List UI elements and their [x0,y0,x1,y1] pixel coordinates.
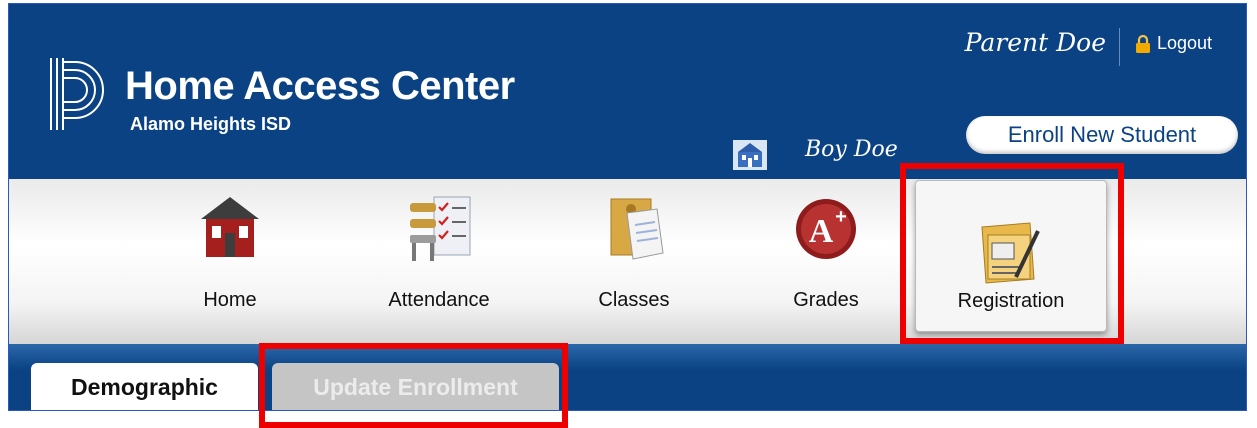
nav-label-home: Home [203,289,257,311]
header-divider [1119,28,1120,66]
attendance-icon [410,196,471,261]
nav-item-classes[interactable]: Classes [564,193,704,323]
tab-demographic[interactable]: Demographic [31,363,258,410]
school-building-icon[interactable] [733,140,767,170]
nav-item-registration[interactable]: Registration [915,180,1107,332]
nav-label-registration: Registration [957,290,1065,312]
tab-update-enrollment[interactable]: Update Enrollment [272,363,559,410]
powerschool-logo-icon [50,58,104,130]
registration-icon [981,222,1040,284]
user-name: Parent Doe [964,28,1106,57]
header-bar: Home Access Center Alamo Heights ISD Par… [9,4,1246,179]
nav-label-grades: Grades [793,289,859,311]
district-name: Alamo Heights ISD [130,114,292,134]
nav-item-grades[interactable]: A + Grades [756,193,896,323]
svg-text:+: + [835,206,847,228]
logout-link[interactable]: Logout [1134,33,1212,54]
nav-label-classes: Classes [598,289,670,311]
lock-icon [1135,34,1150,53]
app-title: Home Access Center [125,64,515,108]
svg-text:A: A [809,213,834,250]
grades-icon: A + [796,199,856,259]
classes-icon [610,198,664,260]
nav-item-home[interactable]: Home [160,193,300,323]
app-window: Home Access Center Alamo Heights ISD Par… [8,3,1247,411]
logout-label: Logout [1156,33,1212,53]
nav-label-attendance: Attendance [388,289,490,311]
home-icon [201,197,259,257]
tab-bar: Demographic Update Enrollment [9,344,1246,410]
nav-item-attendance[interactable]: Attendance [369,193,509,323]
student-name[interactable]: Boy Doe [805,137,898,162]
enroll-new-student-button[interactable]: Enroll New Student [966,116,1238,154]
